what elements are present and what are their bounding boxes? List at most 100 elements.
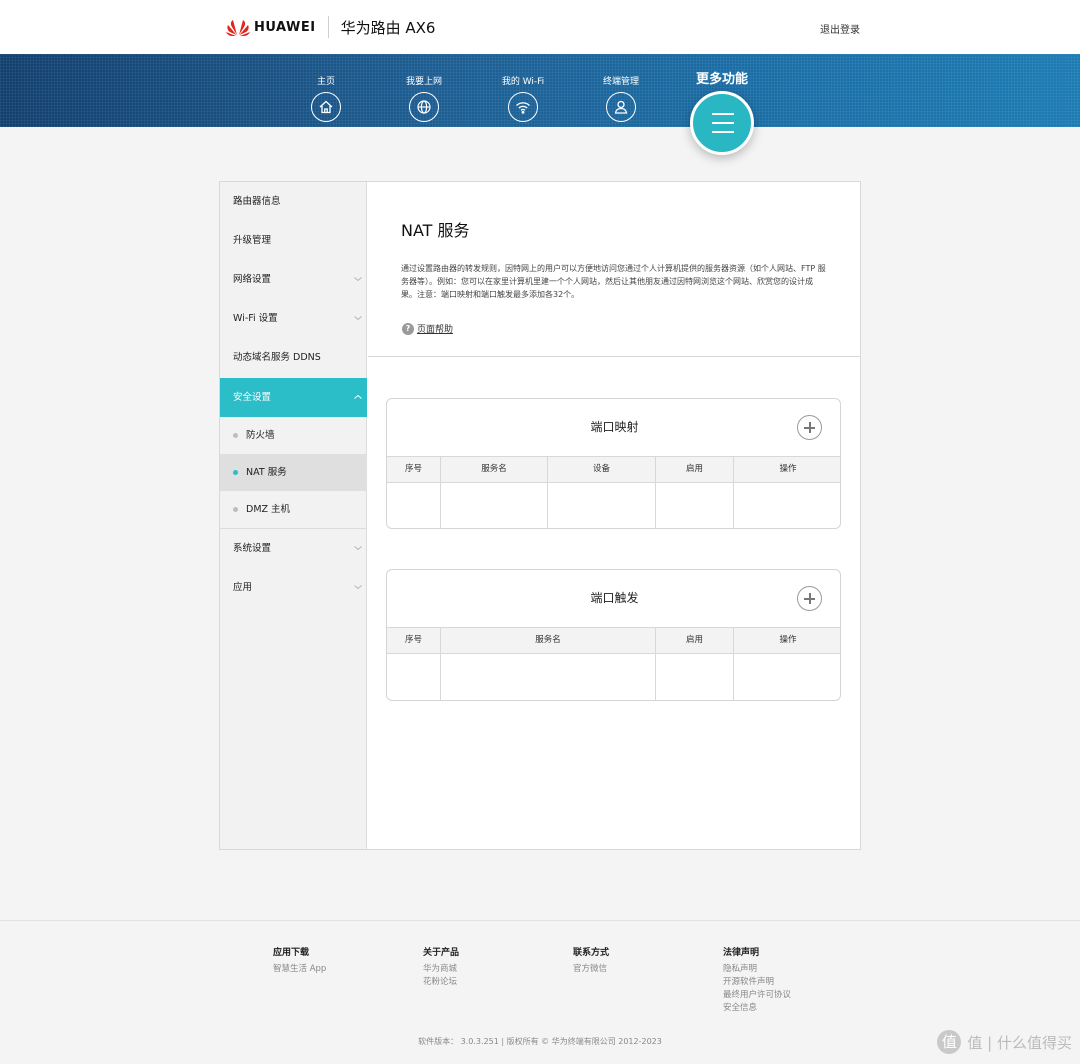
product-name: 华为路由 AX6	[340, 18, 436, 37]
sidebar-item-apps[interactable]: 应用	[220, 568, 367, 607]
table-cell	[734, 483, 840, 528]
brand-name: HUAWEI	[254, 19, 316, 35]
sidebar-subitem-nat[interactable]: NAT 服务	[220, 454, 367, 491]
column-header: 操作	[779, 464, 797, 474]
chevron-down-icon	[354, 316, 362, 321]
nav-item-wifi[interactable]: 我的 Wi-Fi	[488, 76, 558, 122]
page-description: 通过设置路由器的转发规则，因特网上的用户可以方便地访问您通过个人计算机提供的服务…	[401, 264, 826, 299]
sidebar: 路由器信息 升级管理 网络设置 Wi-Fi 设置 动态域名服务 DDNS 安全设…	[220, 182, 367, 849]
top-bar: HUAWEI 华为路由 AX6 退出登录	[0, 0, 1080, 54]
sidebar-item-label: 应用	[233, 582, 253, 593]
nav-item-devices[interactable]: 终端管理	[586, 76, 656, 122]
chevron-down-icon	[354, 277, 362, 282]
footer-heading: 联系方式	[573, 948, 610, 958]
sidebar-item-network[interactable]: 网络设置	[220, 260, 367, 299]
sidebar-subitem-label: 防火墙	[246, 430, 275, 441]
copyright-text: 软件版本： 3.0.3.251 | 版权所有 © 华为终端有限公司 2012-2…	[418, 1037, 662, 1046]
footer-link[interactable]: 华为商城	[423, 963, 459, 976]
table-header: 序号 服务名 启用 操作	[387, 627, 840, 654]
menu-icon-line	[712, 122, 734, 124]
footer-link[interactable]: 最终用户许可协议	[723, 989, 791, 1002]
user-icon	[606, 92, 636, 122]
add-port-mapping-button[interactable]	[797, 415, 822, 440]
table-cell	[656, 654, 734, 700]
logo-divider	[327, 16, 329, 38]
table-row	[387, 483, 840, 528]
footer: 应用下载 智慧生活 App 关于产品 华为商城 花粉论坛 联系方式 官方微信 法…	[0, 920, 1080, 1064]
column-header: 操作	[779, 635, 797, 645]
sidebar-item-security[interactable]: 安全设置	[220, 378, 367, 417]
footer-link[interactable]: 智慧生活 App	[273, 963, 326, 976]
watermark-logo-icon: 值	[937, 1030, 962, 1054]
nav-item-label: 我的 Wi-Fi	[501, 77, 545, 87]
nav-item-label: 主页	[316, 77, 335, 87]
sidebar-item-label: 路由器信息	[233, 196, 281, 207]
sidebar-item-wifi[interactable]: Wi-Fi 设置	[220, 299, 367, 338]
column-header: 设备	[548, 457, 656, 482]
port-trigger-card: 端口触发 序号 服务名 启用 操作	[386, 569, 841, 701]
huawei-logo[interactable]: HUAWEI 华为路由 AX6	[226, 14, 435, 40]
table-cell	[656, 483, 734, 528]
bullet-dot	[233, 470, 238, 475]
footer-heading: 关于产品	[423, 948, 460, 958]
sidebar-subitem-label: DMZ 主机	[246, 504, 291, 515]
sidebar-subitem-firewall[interactable]: 防火墙	[220, 417, 367, 454]
page-title: NAT 服务	[401, 221, 470, 240]
table-row	[387, 654, 840, 700]
nav-item-home[interactable]: 主页	[291, 76, 361, 122]
add-port-trigger-button[interactable]	[797, 586, 822, 611]
globe-icon	[409, 92, 439, 122]
bullet-dot	[233, 507, 238, 512]
footer-heading: 法律声明	[723, 948, 760, 958]
help-link-label: 页面帮助	[417, 325, 454, 335]
sidebar-item-ddns[interactable]: 动态域名服务 DDNS	[220, 338, 367, 377]
sidebar-item-system[interactable]: 系统设置	[220, 529, 367, 568]
sidebar-item-router-info[interactable]: 路由器信息	[220, 182, 367, 221]
site-watermark: 值 值 | 什么值得买	[937, 1030, 1072, 1054]
port-mapping-card: 端口映射 序号 服务名 设备 启用 操作	[386, 398, 841, 529]
card-title: 端口映射	[590, 420, 639, 434]
sidebar-subitem-label: NAT 服务	[246, 467, 287, 478]
menu-icon-line	[712, 131, 734, 133]
footer-column-product: 关于产品 华为商城 花粉论坛	[423, 945, 459, 989]
watermark-text: 值 | 什么值得买	[967, 1033, 1072, 1052]
wifi-icon	[508, 92, 538, 122]
huawei-petal-icon	[226, 20, 250, 36]
sidebar-item-label: 网络设置	[233, 274, 272, 285]
main-nav: 主页 我要上网 我的 Wi-Fi 终端管理	[0, 54, 1080, 127]
column-header: 服务名	[441, 628, 656, 653]
footer-link[interactable]: 隐私声明	[723, 963, 791, 976]
nav-item-internet[interactable]: 我要上网	[389, 76, 459, 122]
logout-link[interactable]: 退出登录	[820, 21, 860, 36]
sidebar-item-label: 安全设置	[233, 392, 272, 403]
column-header: 启用	[656, 457, 734, 482]
table-cell	[387, 483, 441, 528]
chevron-down-icon	[354, 546, 362, 551]
column-header: 序号	[387, 628, 441, 653]
footer-column-app: 应用下载 智慧生活 App	[273, 945, 326, 976]
chevron-down-icon	[354, 585, 362, 590]
table-cell	[548, 483, 656, 528]
table-cell	[734, 654, 840, 700]
card-title: 端口触发	[590, 591, 639, 605]
page-help-link[interactable]: ? 页面帮助	[402, 322, 453, 335]
nav-item-label: 我要上网	[405, 77, 442, 87]
footer-link[interactable]: 开源软件声明	[723, 976, 791, 989]
sidebar-subitem-dmz[interactable]: DMZ 主机	[220, 491, 367, 528]
table-cell	[441, 654, 656, 700]
sidebar-item-upgrade[interactable]: 升级管理	[220, 221, 367, 260]
column-header: 序号	[387, 457, 441, 482]
footer-link[interactable]: 安全信息	[723, 1002, 791, 1015]
home-icon	[311, 92, 341, 122]
nav-more-label[interactable]: 更多功能	[682, 68, 762, 87]
bullet-dot	[233, 433, 238, 438]
column-header: 服务名	[441, 457, 548, 482]
more-functions-button[interactable]	[690, 91, 754, 155]
table-header: 序号 服务名 设备 启用 操作	[387, 456, 840, 483]
footer-heading: 应用下载	[273, 948, 310, 958]
footer-link[interactable]: 花粉论坛	[423, 976, 459, 989]
main-panel: 路由器信息 升级管理 网络设置 Wi-Fi 设置 动态域名服务 DDNS 安全设…	[219, 181, 861, 850]
column-header: 启用	[656, 628, 734, 653]
footer-column-legal: 法律声明 隐私声明 开源软件声明 最终用户许可协议 安全信息	[723, 945, 791, 1015]
footer-link[interactable]: 官方微信	[573, 963, 609, 976]
